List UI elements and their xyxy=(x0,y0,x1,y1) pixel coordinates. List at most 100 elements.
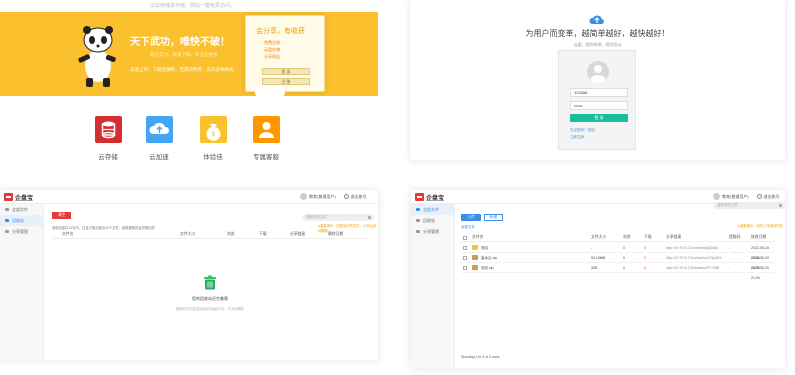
search-input[interactable]: 搜索您的文件 xyxy=(713,202,785,209)
brand-logo[interactable]: 企盘宝 xyxy=(415,193,444,202)
new-folder-button[interactable]: 新建 xyxy=(484,214,503,221)
username: 教育(普通用户) xyxy=(722,193,749,199)
share-link[interactable]: http://47.97.5.174/share/s/jQ3ABI xyxy=(666,243,718,253)
table-row[interactable]: 高木云.zip 90.16MB 0 0 http://47.97.5.174/s… xyxy=(461,253,775,270)
sidebar: 全部文件 回收站 分享管理 xyxy=(0,204,44,360)
search-input[interactable]: 搜索您的文件 xyxy=(302,214,374,221)
sidebar-item-all-files[interactable]: 全部文件 xyxy=(0,204,43,215)
column-header[interactable]: 删除日期 xyxy=(328,230,343,239)
column-header[interactable]: 分享链接 xyxy=(666,233,681,242)
share-card-item: 云盘存储 xyxy=(264,47,280,52)
file-views: 0 xyxy=(623,256,625,260)
column-header[interactable]: 下载 xyxy=(644,233,652,242)
cloud-logo-icon xyxy=(589,15,604,24)
logout-link[interactable]: 退出账号 xyxy=(351,194,367,200)
sidebar-item-recycle[interactable]: 回收站 xyxy=(411,215,454,226)
file-size: - xyxy=(591,246,593,250)
logout-link[interactable]: 退出账号 xyxy=(764,194,780,200)
forgot-password-link[interactable]: 忘记密码？找回 xyxy=(570,128,595,133)
column-header[interactable]: 浏览 xyxy=(623,233,631,242)
column-header[interactable]: 文件名 xyxy=(62,230,73,239)
column-header[interactable]: 提取码 xyxy=(729,233,740,242)
search-icon[interactable] xyxy=(779,204,782,207)
password-field[interactable] xyxy=(570,101,628,110)
user-menu[interactable]: 教育(普通用户) 退出账号 xyxy=(713,193,780,200)
sidebar-label: 回收站 xyxy=(12,218,24,223)
table-row[interactable]: 测试 - 0 0 http://47.97.5.174/share/s/jQ3A… xyxy=(461,243,775,260)
sidebar-label: 全部文件 xyxy=(423,207,439,212)
column-header[interactable]: 浏览 xyxy=(227,230,235,239)
row-checkbox[interactable] xyxy=(463,246,467,250)
file-downloads: 0 xyxy=(644,256,646,260)
hero-slogan: 天下武功，唯快不破！ xyxy=(130,37,230,48)
clear-recycle-button[interactable]: 清空 xyxy=(52,212,71,219)
login-panel: 为用户而变革，越简单越好，越快越好！ 云盘，随你所想，随你而动 登 录 忘记密码… xyxy=(410,0,785,160)
share-link[interactable]: http://47.97.5.174/share/s/vFQa2Ee xyxy=(666,253,721,263)
file-name[interactable]: 测试 xyxy=(481,243,488,253)
sidebar-item-recycle[interactable]: 回收站 xyxy=(0,215,43,226)
column-header[interactable]: 下载 xyxy=(259,230,267,239)
file-views: 0 xyxy=(623,246,625,250)
brand-name: 企盘宝 xyxy=(15,195,34,202)
money-bag-icon: $ xyxy=(199,116,227,143)
files-tip: ●温馨提示：请勿上传违法内容 xyxy=(738,224,783,228)
file-name[interactable]: 高木云.zip xyxy=(481,253,497,263)
footer-dots: · · · · · · · · · · · · · · xyxy=(680,155,768,160)
login-title: 为用户而变革，越简单越好，越快越好！ xyxy=(525,29,670,38)
feature-experience[interactable]: $ 体验佳 xyxy=(183,116,243,161)
avatar xyxy=(300,193,307,200)
sidebar-item-share[interactable]: 分享管理 xyxy=(411,226,454,237)
file-downloads: 0 xyxy=(644,246,646,250)
row-checkbox[interactable] xyxy=(463,256,467,260)
sidebar-item-all-files[interactable]: 全部文件 xyxy=(411,204,454,215)
extract-code: - xyxy=(729,246,731,250)
column-header[interactable]: 文件大小 xyxy=(591,233,606,242)
database-icon xyxy=(94,116,122,143)
breadcrumb[interactable]: 全部文件 xyxy=(461,225,475,230)
upload-button[interactable]: 上传 xyxy=(461,214,481,221)
column-header[interactable]: 修改日期 xyxy=(751,233,766,242)
login-button[interactable]: 登 录 xyxy=(570,114,628,122)
file-downloads: 0 xyxy=(644,266,646,270)
sidebar-label: 回收站 xyxy=(423,218,435,223)
feature-support[interactable]: 专属客服 xyxy=(236,116,296,161)
share-icon xyxy=(416,230,420,233)
row-checkbox[interactable] xyxy=(463,266,467,270)
zip-file-icon xyxy=(472,265,478,270)
register-link[interactable]: 立即注册 xyxy=(570,135,584,140)
brand-logo[interactable]: 企盘宝 xyxy=(4,193,34,202)
column-header[interactable]: 分享链接 xyxy=(290,230,305,239)
panda-mascot-icon xyxy=(78,26,116,87)
hero-description: 高速上传、下载无限制，无限次秒传，支持多种格式 xyxy=(130,67,234,72)
share-link[interactable]: http://47.97.5.174/share/s/FF72ffN xyxy=(666,263,719,273)
select-all-checkbox[interactable] xyxy=(463,236,467,240)
user-menu[interactable]: 教育(普通用户) 退出账号 xyxy=(300,193,367,200)
share-card-item: 分享收益 xyxy=(264,54,280,59)
feature-label: 体验佳 xyxy=(203,154,223,161)
card-login-button[interactable]: 登 录 xyxy=(262,68,310,75)
modified-date: 2022-06-20 21:34 xyxy=(751,266,769,280)
login-subtitle: 云盘，随你所想，随你而动 xyxy=(573,42,622,47)
sidebar-item-share[interactable]: 分享管理 xyxy=(0,226,43,237)
search-icon[interactable] xyxy=(368,216,371,219)
table-row[interactable]: 测试.zip 32B 0 0 http://47.97.5.174/share/… xyxy=(461,263,775,280)
file-name[interactable]: 测试.zip xyxy=(481,263,493,273)
extract-code: - xyxy=(729,266,731,270)
card-register-button[interactable]: 注 册 xyxy=(262,78,310,85)
sidebar: 全部文件 回收站 分享管理 xyxy=(411,204,455,368)
folder-icon xyxy=(472,245,478,250)
share-card: 会分享，有收获 免费注册 云盘存储 分享收益 登 录 注 册 xyxy=(245,15,325,92)
empty-trash-icon xyxy=(204,275,216,290)
landing-panel: 以云存储来存储，网站一键免费访问。 天下武功，唯快不破！ 超凡实力，极速下载，专… xyxy=(0,0,378,163)
top-strip: 以云存储来存储，网站一键免费访问。 xyxy=(0,0,378,12)
top-tagline: 以云存储来存储，网站一键免费访问。 xyxy=(150,3,236,9)
username-field[interactable] xyxy=(570,88,628,97)
avatar xyxy=(587,61,609,83)
files-panel: 企盘宝 教育(普通用户) 退出账号 全部文件 回收站 分享管理 上传 新建 搜索… xyxy=(411,190,785,368)
extract-code: - xyxy=(729,256,731,260)
feature-accelerate[interactable]: 云加速 xyxy=(129,116,189,161)
column-header[interactable]: 文件大小 xyxy=(180,230,195,239)
column-header[interactable]: 文件名 xyxy=(472,233,483,242)
cloud-upload-icon xyxy=(145,116,173,143)
hero-subtitle: 超凡实力，极速下载，专业云服务 xyxy=(150,52,218,57)
